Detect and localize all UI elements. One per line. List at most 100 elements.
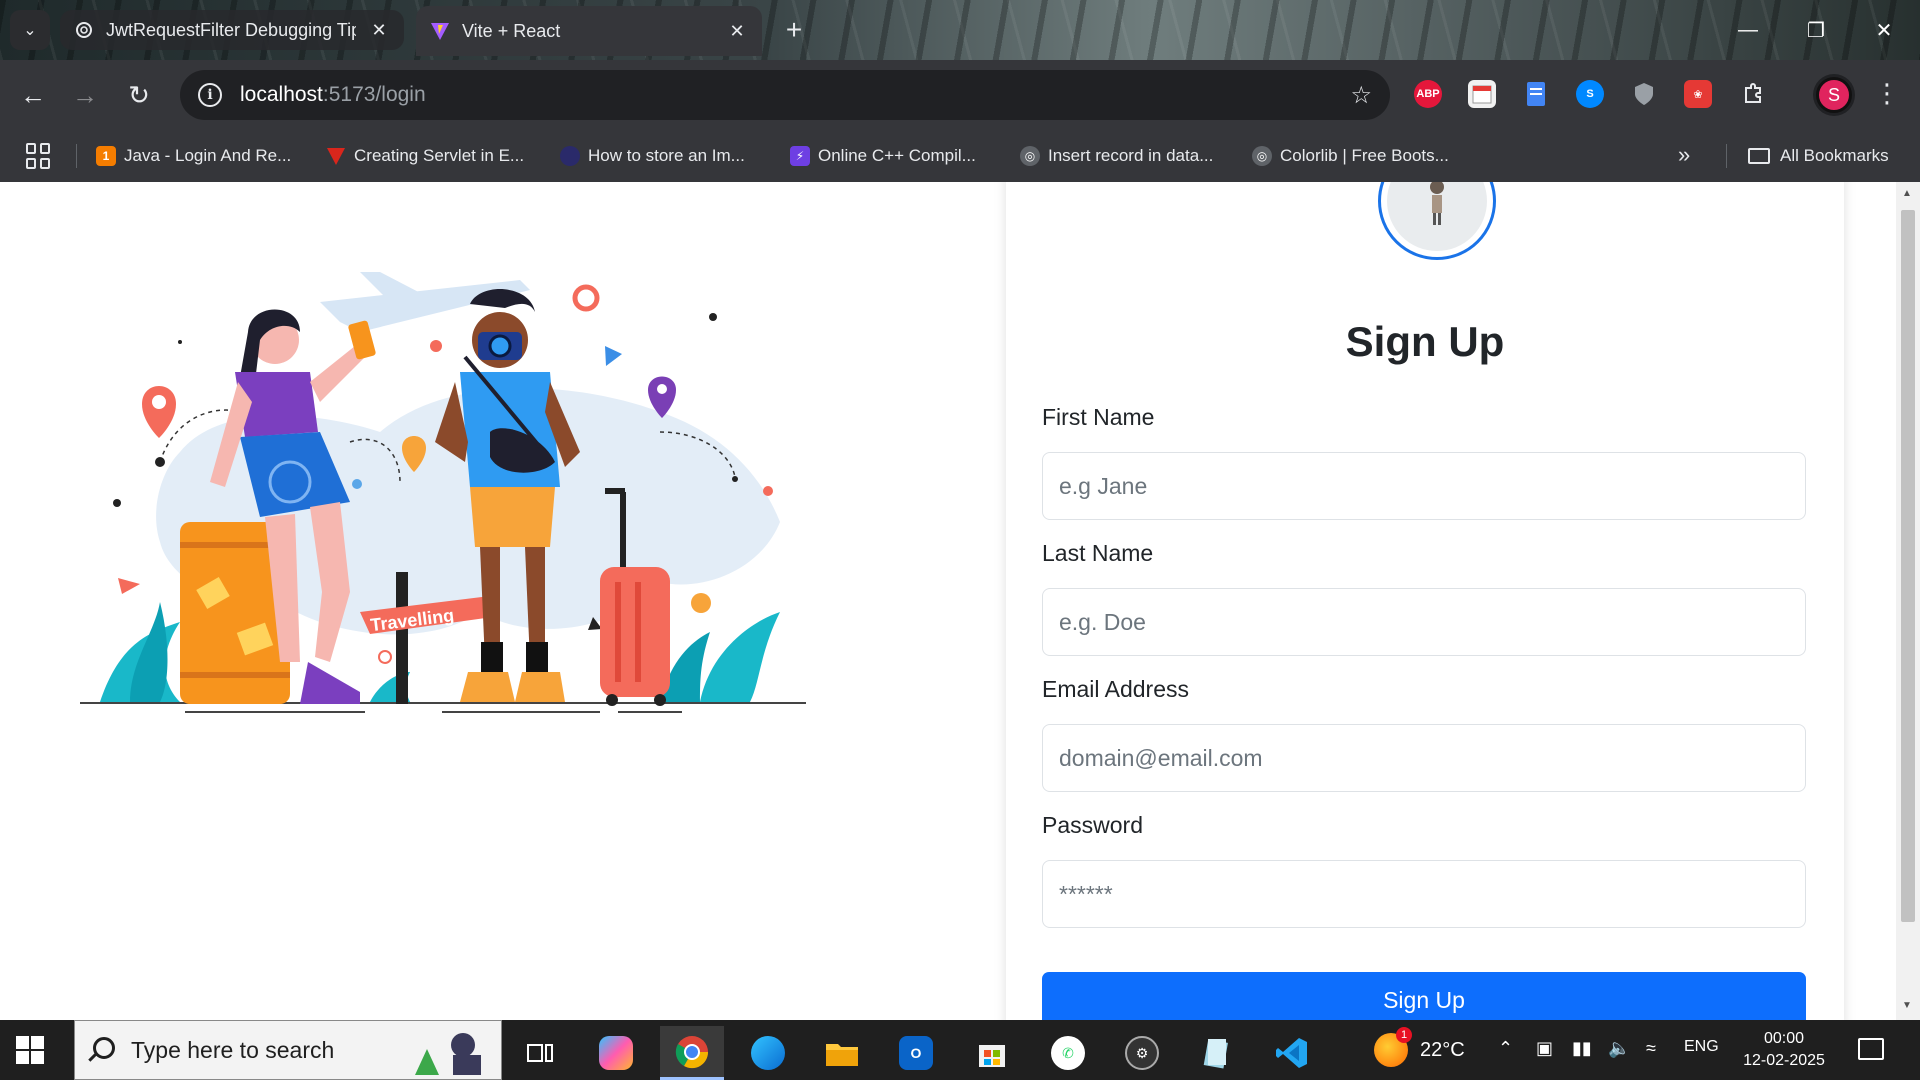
bookmark-item[interactable]: ◎ Colorlib | Free Boots... — [1252, 130, 1449, 182]
taskbar-search-input[interactable]: Type here to search — [74, 1020, 502, 1080]
last-name-label: Last Name — [1042, 540, 1154, 566]
calendar-icon[interactable] — [1468, 80, 1496, 108]
bookmark-item[interactable]: How to store an Im... — [560, 130, 745, 182]
tab-vite-react[interactable]: Vite + React ✕ — [416, 6, 762, 56]
adblock-plus-icon[interactable]: ABP — [1414, 80, 1442, 108]
sign-up-button[interactable]: Sign Up — [1042, 972, 1806, 1020]
reload-button[interactable]: ↻ — [118, 74, 160, 116]
clock-date: 12-02-2025 — [1743, 1052, 1825, 1069]
openai-icon — [74, 20, 94, 40]
bookmark-item[interactable]: ⚡ Online C++ Compil... — [790, 130, 976, 182]
search-placeholder: Type here to search — [131, 1036, 335, 1063]
vite-icon — [430, 21, 450, 41]
bookmark-star-icon[interactable]: ☆ — [1350, 81, 1372, 110]
restore-button[interactable]: ❐ — [1792, 12, 1840, 48]
battery-icon[interactable]: ▮▮ — [1572, 1038, 1592, 1059]
globe-icon: ◎ — [1252, 146, 1272, 166]
tab-title: Vite + React — [462, 20, 561, 41]
forward-button[interactable]: → — [64, 74, 106, 116]
scroll-up-icon[interactable]: ▲ — [1902, 188, 1912, 199]
stackoverflow-user-icon — [560, 146, 580, 166]
window-close-button[interactable]: ✕ — [1860, 12, 1908, 48]
minimize-button[interactable]: — — [1724, 12, 1772, 48]
bookmark-item[interactable]: ◎ Insert record in data... — [1020, 130, 1213, 182]
tab-jwt[interactable]: JwtRequestFilter Debugging Tip ✕ — [60, 10, 404, 50]
search-icon — [93, 1037, 115, 1059]
copilot-icon[interactable] — [584, 1026, 648, 1080]
windows-taskbar: Type here to search O ✆ ⚙ 1 22°C ⌃ ▣ ▮▮ … — [0, 1020, 1920, 1080]
settings-gear-icon[interactable]: ⚙ — [1110, 1026, 1174, 1080]
weather-badge: 1 — [1396, 1027, 1412, 1043]
docs-icon[interactable] — [1522, 80, 1550, 108]
person-icon — [1430, 182, 1444, 225]
paw-icon[interactable]: ❀ — [1684, 80, 1712, 108]
new-tab-button[interactable]: + — [776, 12, 812, 48]
bookmarks-bar: 1 Java - Login And Re... Creating Servle… — [0, 130, 1920, 182]
back-button[interactable]: ← — [12, 74, 54, 116]
whatsapp-icon[interactable]: ✆ — [1036, 1026, 1100, 1080]
wifi-icon[interactable]: ≈ — [1646, 1038, 1656, 1059]
chrome-icon[interactable] — [660, 1026, 724, 1080]
weather-temp: 22°C — [1420, 1038, 1465, 1061]
blogger-icon: 1 — [96, 146, 116, 166]
arrow-left-icon: ← — [20, 79, 46, 110]
site-info-icon[interactable]: i — [198, 83, 222, 107]
chevron-up-icon[interactable]: ⌃ — [1498, 1038, 1513, 1059]
all-bookmarks-label: All Bookmarks — [1780, 146, 1889, 165]
last-name-field[interactable] — [1042, 588, 1806, 656]
menu-kebab-icon[interactable]: ⋮ — [1874, 78, 1900, 109]
notifications-icon[interactable] — [1858, 1038, 1884, 1060]
meet-now-icon[interactable]: ▣ — [1536, 1038, 1553, 1059]
globe-icon: ◎ — [1020, 146, 1040, 166]
divider — [1726, 144, 1727, 168]
scrollbar-thumb[interactable] — [1901, 210, 1915, 922]
restore-icon: ❐ — [1807, 19, 1825, 42]
email-field[interactable] — [1042, 724, 1806, 792]
password-field[interactable] — [1042, 860, 1806, 928]
volume-icon[interactable]: 🔈 — [1608, 1038, 1630, 1059]
clock[interactable]: 00:00 12-02-2025 — [1734, 1028, 1834, 1072]
puzzle-icon[interactable] — [1740, 80, 1768, 108]
page-title: Sign Up — [1345, 318, 1505, 365]
divider — [76, 144, 77, 168]
windows-start-icon[interactable] — [16, 1036, 44, 1064]
url-path: :5173/login — [322, 83, 426, 106]
apps-grid-icon[interactable] — [26, 143, 52, 169]
more-bookmarks-chevron-icon[interactable]: » — [1678, 142, 1690, 168]
weather-widget[interactable]: 1 22°C — [1374, 1020, 1465, 1080]
javatpoint-icon — [326, 146, 346, 166]
edge-icon[interactable] — [736, 1026, 800, 1080]
bookmark-label: Colorlib | Free Boots... — [1280, 146, 1449, 165]
arrow-right-icon: → — [72, 79, 98, 110]
notepad-icon[interactable] — [1184, 1026, 1248, 1080]
travel-illustration: Travelling — [80, 272, 806, 713]
profile-avatar[interactable]: S — [1816, 77, 1852, 113]
file-explorer-icon[interactable] — [810, 1026, 874, 1080]
close-icon: ✕ — [1875, 19, 1893, 42]
language-indicator[interactable]: ENG — [1684, 1038, 1719, 1056]
vscode-icon[interactable] — [1260, 1026, 1324, 1080]
tab-search-button[interactable]: ⌄ — [10, 10, 50, 50]
search-highlight-illustration — [415, 1033, 481, 1075]
avatar — [1378, 182, 1496, 260]
shield-icon[interactable] — [1630, 80, 1658, 108]
all-bookmarks-button[interactable]: All Bookmarks — [1748, 130, 1889, 182]
first-name-field[interactable] — [1042, 452, 1806, 520]
shazam-icon[interactable]: S — [1576, 80, 1604, 108]
close-icon[interactable]: ✕ — [726, 21, 748, 42]
microsoft-store-icon[interactable] — [960, 1026, 1024, 1080]
task-view-icon[interactable] — [508, 1026, 572, 1080]
page-scrollbar[interactable]: ▲ ▼ — [1896, 182, 1920, 1020]
bookmark-label: How to store an Im... — [588, 146, 745, 165]
url-host: localhost — [240, 83, 323, 106]
clock-time: 00:00 — [1763, 1030, 1805, 1047]
tab-title: JwtRequestFilter Debugging Tip — [106, 19, 356, 40]
scroll-down-icon[interactable]: ▼ — [1902, 1000, 1912, 1011]
plus-icon: + — [785, 14, 803, 45]
close-icon[interactable]: ✕ — [368, 20, 390, 41]
bookmark-item[interactable]: Creating Servlet in E... — [326, 130, 524, 182]
address-bar[interactable]: i localhost:5173/login ☆ — [180, 70, 1390, 120]
outlook-icon[interactable]: O — [884, 1026, 948, 1080]
bookmark-item[interactable]: 1 Java - Login And Re... — [96, 130, 291, 182]
bookmark-label: Creating Servlet in E... — [354, 146, 525, 165]
